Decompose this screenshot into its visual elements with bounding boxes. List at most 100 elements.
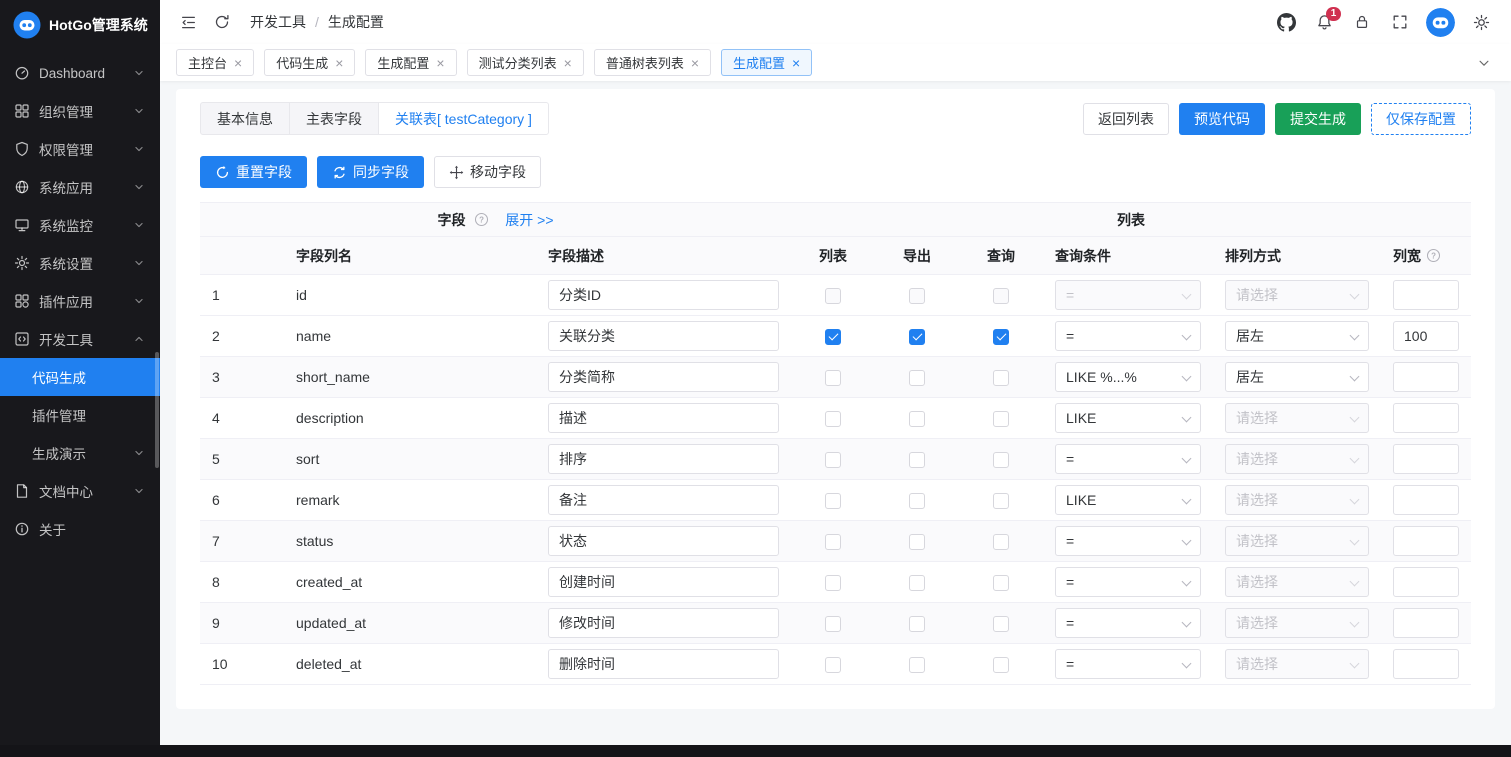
query-checkbox[interactable] — [993, 329, 1009, 345]
export-checkbox[interactable] — [909, 370, 925, 386]
query-condition-select[interactable]: = — [1055, 321, 1201, 351]
column-width-input[interactable] — [1393, 649, 1459, 679]
align-select[interactable]: 请选择 — [1225, 608, 1369, 638]
settings-gear-icon[interactable] — [1465, 6, 1497, 38]
export-checkbox[interactable] — [909, 452, 925, 468]
export-checkbox[interactable] — [909, 329, 925, 345]
app-logo[interactable]: HotGo管理系统 — [0, 0, 160, 50]
tab-master-fields[interactable]: 主表字段 — [289, 102, 379, 135]
query-checkbox[interactable] — [993, 575, 1009, 591]
field-desc-input[interactable] — [548, 608, 779, 638]
query-checkbox[interactable] — [993, 370, 1009, 386]
tab-item-active[interactable]: 生成配置× — [721, 49, 812, 76]
reset-fields-button[interactable]: 重置字段 — [200, 156, 307, 188]
query-checkbox[interactable] — [993, 411, 1009, 427]
sidebar-item-devtools[interactable]: 开发工具 — [0, 320, 160, 358]
list-checkbox[interactable] — [825, 493, 841, 509]
list-checkbox[interactable] — [825, 657, 841, 673]
column-width-input[interactable] — [1393, 444, 1459, 474]
query-condition-select[interactable]: LIKE — [1055, 485, 1201, 515]
sidebar-item-gen-demo[interactable]: 生成演示 — [0, 434, 160, 472]
close-icon[interactable]: × — [564, 56, 572, 70]
query-condition-select[interactable]: = — [1055, 608, 1201, 638]
field-desc-input[interactable] — [548, 362, 779, 392]
tab-item[interactable]: 普通树表列表× — [594, 49, 711, 76]
sidebar-item-plugin-manage[interactable]: 插件管理 — [0, 396, 160, 434]
column-width-input[interactable] — [1393, 321, 1459, 351]
close-icon[interactable]: × — [234, 56, 242, 70]
sync-fields-button[interactable]: 同步字段 — [317, 156, 424, 188]
sidebar-item-plugins[interactable]: 插件应用 — [0, 282, 160, 320]
align-select[interactable]: 居左 — [1225, 321, 1369, 351]
list-checkbox[interactable] — [825, 370, 841, 386]
tab-item[interactable]: 生成配置× — [365, 49, 456, 76]
list-checkbox[interactable] — [825, 288, 841, 304]
submit-generate-button[interactable]: 提交生成 — [1275, 103, 1361, 135]
sidebar-item-org[interactable]: 组织管理 — [0, 92, 160, 130]
sidebar-item-about[interactable]: 关于 — [0, 510, 160, 548]
user-avatar[interactable] — [1426, 8, 1455, 37]
list-checkbox[interactable] — [825, 452, 841, 468]
query-condition-select[interactable]: LIKE %...% — [1055, 362, 1201, 392]
align-select[interactable]: 请选择 — [1225, 567, 1369, 597]
field-desc-input[interactable] — [548, 403, 779, 433]
tab-basic-info[interactable]: 基本信息 — [200, 102, 290, 135]
field-desc-input[interactable] — [548, 321, 779, 351]
sidebar-item-codegen[interactable]: 代码生成 — [0, 358, 160, 396]
align-select[interactable]: 请选择 — [1225, 403, 1369, 433]
query-checkbox[interactable] — [993, 534, 1009, 550]
align-select[interactable]: 请选择 — [1225, 526, 1369, 556]
column-width-input[interactable] — [1393, 403, 1459, 433]
export-checkbox[interactable] — [909, 575, 925, 591]
field-desc-input[interactable] — [548, 280, 779, 310]
tab-bar-chevron-down-icon[interactable] — [1473, 52, 1495, 74]
list-checkbox[interactable] — [825, 534, 841, 550]
sidebar-item-auth[interactable]: 权限管理 — [0, 130, 160, 168]
sidebar-item-monitor[interactable]: 系统监控 — [0, 206, 160, 244]
column-width-input[interactable] — [1393, 608, 1459, 638]
query-condition-select[interactable]: = — [1055, 526, 1201, 556]
close-icon[interactable]: × — [436, 56, 444, 70]
list-checkbox[interactable] — [825, 411, 841, 427]
refresh-icon[interactable] — [206, 6, 238, 38]
tab-relation-table[interactable]: 关联表[ testCategory ] — [378, 102, 549, 135]
field-desc-input[interactable] — [548, 526, 779, 556]
sidebar-item-apps[interactable]: 系统应用 — [0, 168, 160, 206]
column-width-input[interactable] — [1393, 280, 1459, 310]
align-select[interactable]: 请选择 — [1225, 485, 1369, 515]
tab-item[interactable]: 测试分类列表× — [467, 49, 584, 76]
github-icon[interactable] — [1270, 6, 1302, 38]
list-checkbox[interactable] — [825, 575, 841, 591]
align-select[interactable]: 请选择 — [1225, 444, 1369, 474]
field-desc-input[interactable] — [548, 649, 779, 679]
tab-item[interactable]: 代码生成× — [264, 49, 355, 76]
save-config-only-button[interactable]: 仅保存配置 — [1371, 103, 1471, 135]
back-to-list-button[interactable]: 返回列表 — [1083, 103, 1169, 135]
query-checkbox[interactable] — [993, 288, 1009, 304]
query-condition-select[interactable]: = — [1055, 567, 1201, 597]
column-width-input[interactable] — [1393, 362, 1459, 392]
query-checkbox[interactable] — [993, 657, 1009, 673]
query-condition-select[interactable]: LIKE — [1055, 403, 1201, 433]
field-desc-input[interactable] — [548, 444, 779, 474]
sidebar-item-docs[interactable]: 文档中心 — [0, 472, 160, 510]
query-condition-select[interactable]: = — [1055, 649, 1201, 679]
list-checkbox[interactable] — [825, 329, 841, 345]
close-icon[interactable]: × — [335, 56, 343, 70]
help-icon[interactable]: ? — [474, 212, 489, 227]
list-checkbox[interactable] — [825, 616, 841, 632]
notifications-button[interactable]: 1 — [1308, 6, 1340, 38]
sidebar-item-settings[interactable]: 系统设置 — [0, 244, 160, 282]
tab-item[interactable]: 主控台× — [176, 49, 254, 76]
align-select[interactable]: 居左 — [1225, 362, 1369, 392]
query-condition-select[interactable]: = — [1055, 444, 1201, 474]
sidebar-collapse-button[interactable] — [172, 6, 204, 38]
column-width-input[interactable] — [1393, 567, 1459, 597]
export-checkbox[interactable] — [909, 657, 925, 673]
column-width-input[interactable] — [1393, 526, 1459, 556]
breadcrumb-section[interactable]: 开发工具 — [250, 12, 306, 32]
lock-icon[interactable] — [1346, 6, 1378, 38]
expand-link[interactable]: 展开 >> — [505, 212, 553, 228]
export-checkbox[interactable] — [909, 534, 925, 550]
close-icon[interactable]: × — [691, 56, 699, 70]
